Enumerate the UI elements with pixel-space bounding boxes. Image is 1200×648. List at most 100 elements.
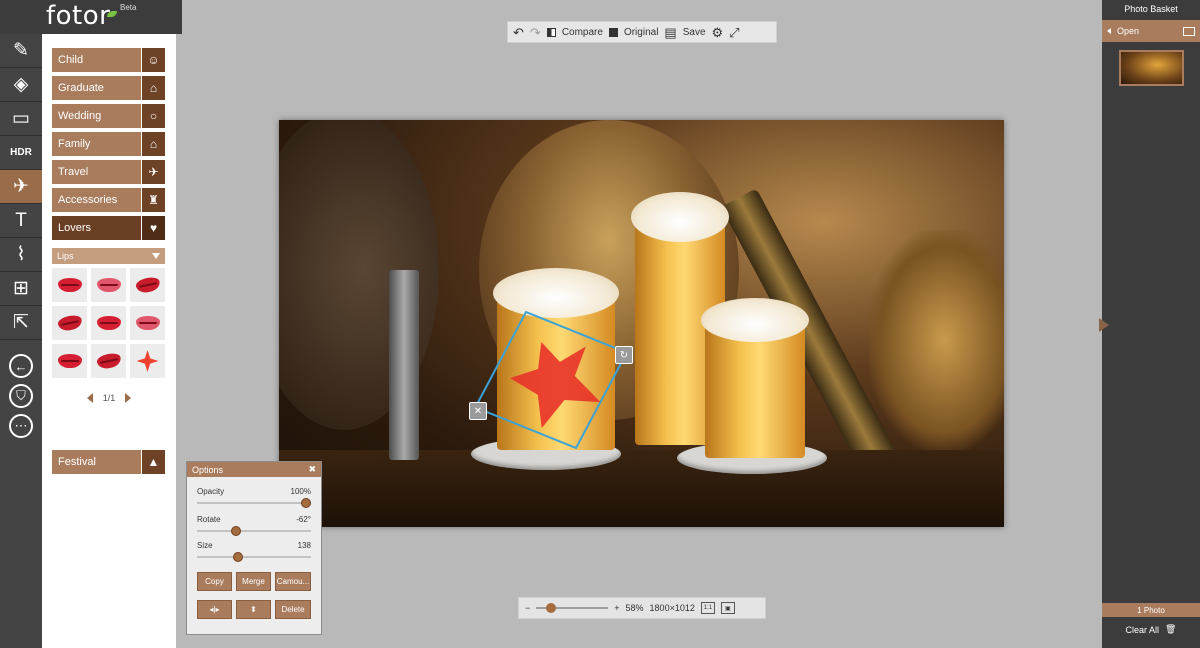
category-label: Accessories: [58, 194, 118, 206]
share-tool-button[interactable]: ⇱: [0, 306, 42, 340]
photo-basket: Photo Basket Open 1 Photo Clear All 🗑: [1102, 0, 1200, 648]
rings-icon: ○: [141, 104, 165, 128]
camouflage-button[interactable]: Camou...: [275, 572, 311, 591]
redo-icon[interactable]: ↷: [530, 26, 541, 39]
flip-vertical-button[interactable]: ⬍: [236, 600, 271, 619]
size-slider[interactable]: [197, 552, 311, 562]
category-wedding[interactable]: Wedding ○: [52, 104, 165, 128]
feedback-button[interactable]: ⋯: [9, 414, 33, 438]
zoom-slider-knob[interactable]: [546, 603, 557, 613]
photo-wheat: [869, 230, 1004, 450]
save-button[interactable]: Save: [683, 27, 706, 38]
basket-photo-thumb[interactable]: [1119, 50, 1184, 86]
clear-all-label: Clear All: [1125, 624, 1160, 635]
star-lips-icon: [136, 350, 159, 372]
rotate-slider[interactable]: [197, 526, 311, 536]
gear-icon[interactable]: ⚙: [712, 26, 724, 39]
zoom-in-icon[interactable]: +: [614, 603, 619, 613]
frame-icon: ▭: [12, 108, 30, 129]
size-control: Size 138: [197, 541, 311, 562]
size-slider-knob[interactable]: [233, 552, 244, 562]
delete-button[interactable]: Delete: [275, 600, 311, 619]
sticker-thumb-5[interactable]: [91, 306, 126, 340]
original-button[interactable]: Original: [624, 27, 658, 38]
photo-table: [279, 450, 1004, 527]
flip-horizontal-icon: ◂|▸: [209, 605, 220, 614]
actual-size-icon[interactable]: 1:1: [700, 602, 715, 614]
category-lovers[interactable]: Lovers ♥: [52, 216, 165, 240]
category-graduate[interactable]: Graduate ⌂: [52, 76, 165, 100]
category-festival[interactable]: Festival ▲: [52, 450, 165, 474]
beta-badge: Beta: [120, 3, 137, 12]
sticker-thumb-9[interactable]: [130, 344, 165, 378]
stickers-tool-button[interactable]: ✈: [0, 170, 42, 204]
zoom-slider[interactable]: [536, 603, 609, 613]
back-button[interactable]: ←: [9, 354, 33, 378]
category-accessories[interactable]: Accessories ♜: [52, 188, 165, 212]
undo-icon[interactable]: ↶: [513, 26, 524, 39]
flip-horizontal-button[interactable]: ◂|▸: [197, 600, 232, 619]
graduation-cap-icon: ⌂: [141, 76, 165, 100]
opacity-value: 100%: [290, 487, 311, 496]
category-travel[interactable]: Travel ✈: [52, 160, 165, 184]
compare-button[interactable]: Compare: [562, 27, 603, 38]
theme-button[interactable]: ⛉: [9, 384, 33, 408]
frames-tool-button[interactable]: ▭: [0, 102, 42, 136]
photo-foam-right: [701, 298, 809, 342]
zoom-out-icon[interactable]: −: [525, 603, 530, 613]
clear-all-button[interactable]: Clear All 🗑: [1102, 624, 1200, 635]
category-family[interactable]: Family ⌂: [52, 132, 165, 156]
close-icon[interactable]: ✖: [308, 464, 316, 475]
monitor-icon[interactable]: [1183, 26, 1195, 36]
fit-screen-icon[interactable]: ▣: [720, 602, 735, 614]
photo-canvas[interactable]: ✕ ↻: [279, 120, 1004, 527]
options-title: Options: [192, 464, 224, 475]
arrow-left-icon: ←: [14, 358, 28, 374]
sticker-thumb-8[interactable]: [91, 344, 126, 378]
edit-toolbar: ↶ ↷ Compare Original ▤ Save ⚙ ⤢: [507, 21, 777, 43]
collapse-basket-arrow[interactable]: [1099, 318, 1109, 332]
fullscreen-icon[interactable]: ⤢: [729, 26, 739, 39]
hdr-tool-button[interactable]: HDR: [0, 136, 42, 170]
effects-tool-button[interactable]: ◈: [0, 68, 42, 102]
rotate-label: Rotate: [197, 515, 221, 524]
options-panel: Options ✖ Opacity 100% Rotate -62° Size …: [186, 461, 322, 635]
category-child[interactable]: Child ☺: [52, 48, 165, 72]
rotate-slider-knob[interactable]: [231, 526, 242, 536]
sticker-thumb-1[interactable]: [52, 268, 87, 302]
sticker-thumb-7[interactable]: [52, 344, 87, 378]
sticker-delete-handle[interactable]: ✕: [469, 402, 487, 420]
brush-tool-button[interactable]: ⌇: [0, 238, 42, 272]
opacity-slider-knob[interactable]: [301, 498, 311, 508]
next-page-icon[interactable]: [125, 393, 132, 403]
sticker-icon: ✈: [13, 176, 29, 197]
sticker-thumb-6[interactable]: [130, 306, 165, 340]
subcategory-lips[interactable]: Lips: [52, 248, 165, 264]
zoom-percent: 58%: [625, 603, 644, 613]
opacity-control: Opacity 100%: [197, 487, 311, 508]
copy-button[interactable]: Copy: [197, 572, 232, 591]
brush-icon: ⌇: [16, 244, 26, 265]
edit-tool-button[interactable]: ✎: [0, 34, 42, 68]
lips-icon: [135, 316, 160, 330]
house-icon: ⌂: [141, 132, 165, 156]
lips-icon: [57, 278, 82, 292]
prev-page-icon[interactable]: [86, 393, 93, 403]
basket-open-bar[interactable]: Open: [1102, 20, 1200, 42]
app-logo: fotor: [46, 1, 111, 31]
open-button[interactable]: Open: [1117, 26, 1139, 36]
app-header: fotor Beta: [0, 0, 182, 34]
text-tool-button[interactable]: T: [0, 204, 42, 238]
sticker-thumb-3[interactable]: [130, 268, 165, 302]
category-label: Child: [58, 54, 84, 66]
hearts-icon: ♥: [141, 216, 165, 240]
opacity-slider[interactable]: [197, 498, 311, 508]
chevron-down-icon: [152, 253, 160, 259]
photo-candlestick: [389, 270, 419, 460]
merge-button[interactable]: Merge: [236, 572, 271, 591]
sticker-thumb-4[interactable]: [52, 306, 87, 340]
collage-tool-button[interactable]: ⊞: [0, 272, 42, 306]
basket-title: Photo Basket: [1124, 4, 1178, 14]
sticker-rotate-handle[interactable]: ↻: [615, 346, 633, 364]
sticker-thumb-2[interactable]: [91, 268, 126, 302]
